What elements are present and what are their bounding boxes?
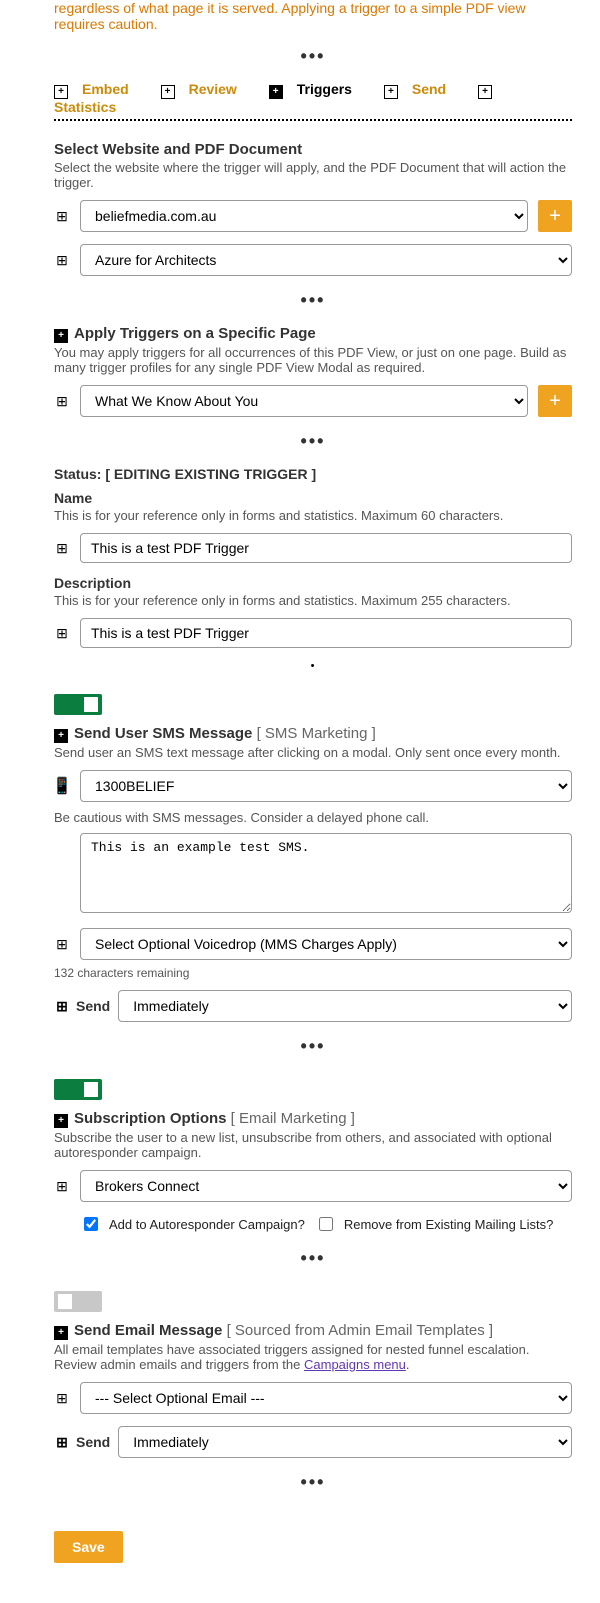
voicedrop-select[interactable]: Select Optional Voicedrop (MMS Charges A…	[80, 928, 572, 960]
divider-dots: •••	[54, 290, 572, 311]
tabs-row: +Embed +Review +Triggers +Send +Statisti…	[54, 81, 572, 115]
expand-icon[interactable]	[54, 1178, 70, 1194]
autoresponder-label: Add to Autoresponder Campaign?	[109, 1217, 305, 1232]
sms-remaining: 132 characters remaining	[54, 966, 572, 980]
divider-dots: •••	[54, 431, 572, 452]
expand-icon[interactable]	[54, 252, 70, 268]
email-desc: All email templates have associated trig…	[54, 1342, 572, 1372]
tab-embed[interactable]: +Embed	[54, 81, 143, 97]
list-select[interactable]: Brokers Connect	[80, 1170, 572, 1202]
expand-icon[interactable]	[54, 208, 70, 224]
divider-tiny: •	[54, 660, 572, 672]
sms-caution: Be cautious with SMS messages. Consider …	[54, 810, 572, 825]
email-title: +Send Email Message [ Sourced from Admin…	[54, 1322, 572, 1340]
sms-title: +Send User SMS Message [ SMS Marketing ]	[54, 725, 572, 743]
page-desc: You may apply triggers for all occurrenc…	[54, 345, 572, 375]
expand-icon[interactable]	[54, 540, 70, 556]
email-send-select[interactable]: Immediately	[118, 1426, 572, 1458]
expand-icon[interactable]	[54, 625, 70, 641]
phone-icon: 📱	[54, 778, 70, 794]
campaigns-link[interactable]: Campaigns menu	[304, 1357, 406, 1372]
trigger-name-input[interactable]	[80, 533, 572, 563]
expand-icon[interactable]	[54, 393, 70, 409]
remove-lists-checkbox[interactable]	[319, 1217, 333, 1231]
expand-icon[interactable]	[54, 1390, 70, 1406]
tab-triggers[interactable]: +Triggers	[269, 81, 366, 97]
website-select[interactable]: beliefmedia.com.au	[80, 200, 528, 232]
divider-dots: •••	[54, 1248, 572, 1269]
description-title: Description	[54, 575, 572, 591]
email-toggle[interactable]	[54, 1291, 102, 1312]
plus-icon: +	[54, 1114, 68, 1128]
sms-from-select[interactable]: 1300BELIEF	[80, 770, 572, 802]
name-desc: This is for your reference only in forms…	[54, 508, 572, 523]
plus-icon: +	[54, 729, 68, 743]
add-page-button[interactable]: +	[538, 385, 572, 417]
tab-review[interactable]: +Review	[161, 81, 251, 97]
dotted-rule	[54, 119, 572, 121]
trigger-description-input[interactable]	[80, 618, 572, 648]
save-button[interactable]: Save	[54, 1531, 123, 1563]
status-line: Status: [ EDITING EXISTING TRIGGER ]	[54, 466, 572, 482]
sms-send-select[interactable]: Immediately	[118, 990, 572, 1022]
divider-dots: •••	[54, 1472, 572, 1493]
expand-icon[interactable]	[54, 936, 70, 952]
description-desc: This is for your reference only in forms…	[54, 593, 572, 608]
sms-toggle[interactable]	[54, 694, 102, 715]
email-template-select[interactable]: --- Select Optional Email ---	[80, 1382, 572, 1414]
divider-dots: •••	[54, 1036, 572, 1057]
expand-icon[interactable]	[54, 998, 70, 1014]
divider-dots: •••	[54, 46, 572, 67]
site-desc: Select the website where the trigger wil…	[54, 160, 572, 190]
tab-send[interactable]: +Send	[384, 81, 460, 97]
sms-send-label: Send	[54, 998, 110, 1014]
intro-tail: regardless of what page it is served. Ap…	[54, 0, 572, 32]
subscription-title: +Subscription Options [ Email Marketing …	[54, 1110, 572, 1128]
email-send-label: Send	[54, 1434, 110, 1450]
name-title: Name	[54, 490, 572, 506]
remove-lists-label: Remove from Existing Mailing Lists?	[344, 1217, 554, 1232]
pdf-select[interactable]: Azure for Architects	[80, 244, 572, 276]
plus-icon: +	[54, 329, 68, 343]
page-select[interactable]: What We Know About You	[80, 385, 528, 417]
sms-body-textarea[interactable]: This is an example test SMS.	[80, 833, 572, 913]
plus-icon: +	[54, 1326, 68, 1340]
site-title: Select Website and PDF Document	[54, 141, 572, 158]
subscription-toggle[interactable]	[54, 1079, 102, 1100]
autoresponder-checkbox[interactable]	[84, 1217, 98, 1231]
sms-desc: Send user an SMS text message after clic…	[54, 745, 572, 760]
expand-icon[interactable]	[54, 1434, 70, 1450]
page-title: +Apply Triggers on a Specific Page	[54, 325, 572, 343]
add-website-button[interactable]: +	[538, 200, 572, 232]
subscription-desc: Subscribe the user to a new list, unsubs…	[54, 1130, 572, 1160]
